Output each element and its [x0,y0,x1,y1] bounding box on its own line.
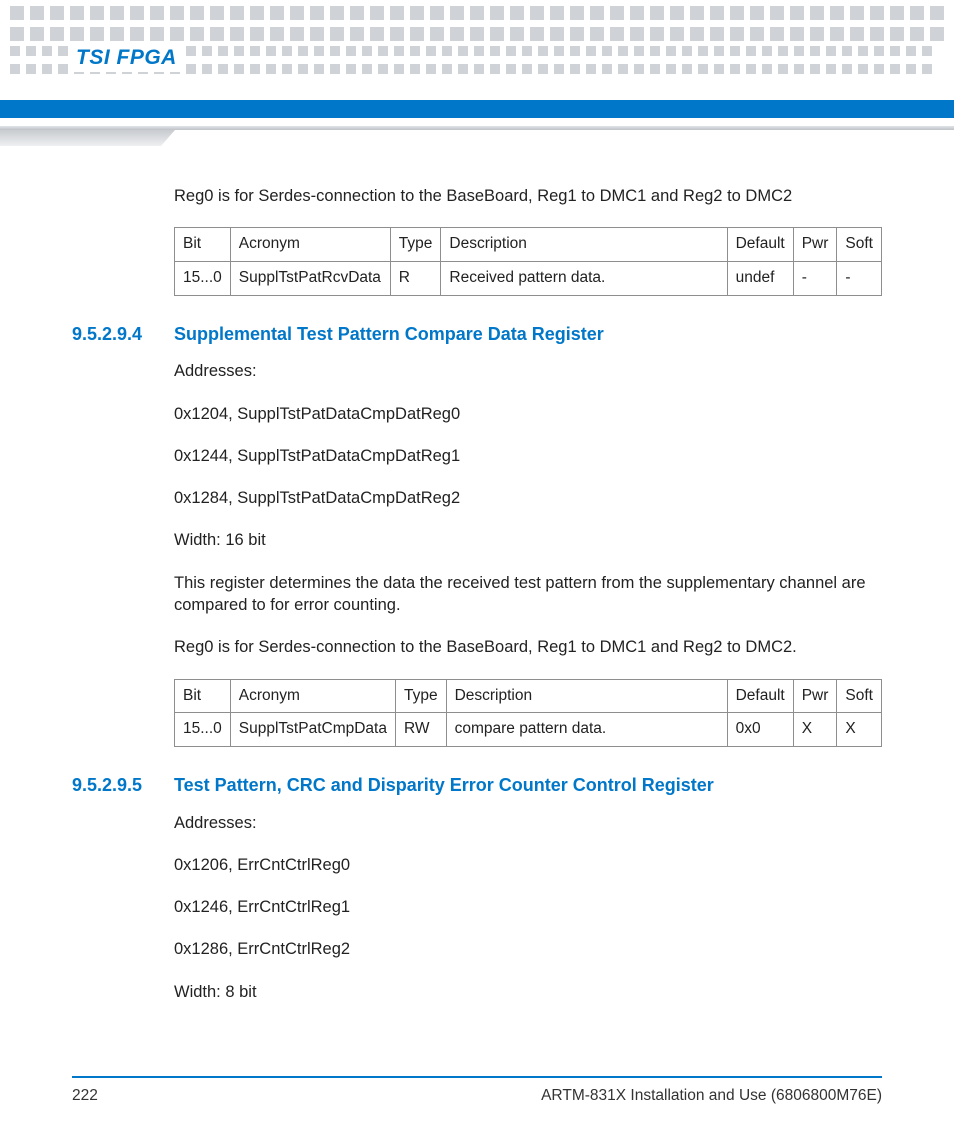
cell-soft: X [837,713,882,747]
col-bit: Bit [175,679,231,713]
col-pwr: Pwr [793,679,837,713]
table-row: 15...0 SupplTstPatRcvData R Received pat… [175,262,882,296]
register-table-1: Bit Acronym Type Description Default Pwr… [174,227,882,296]
content: Reg0 is for Serdes-connection to the Bas… [72,185,882,1065]
register-table-2: Bit Acronym Type Description Default Pwr… [174,679,882,748]
cell-acronym: SupplTstPatCmpData [230,713,395,747]
grey-line [0,126,954,130]
section-title: Supplemental Test Pattern Compare Data R… [174,322,604,346]
col-acronym: Acronym [230,679,395,713]
grey-wedge [0,130,175,146]
cell-acronym: SupplTstPatRcvData [230,262,390,296]
doc-id: ARTM-831X Installation and Use (6806800M… [541,1086,882,1107]
col-default: Default [727,228,793,262]
address-line: 0x1284, SupplTstPatDataCmpDatReg2 [174,487,882,509]
page-footer: 222 ARTM-831X Installation and Use (6806… [72,1076,882,1107]
cell-default: 0x0 [727,713,793,747]
col-type: Type [395,679,446,713]
cell-soft: - [837,262,882,296]
section-title: Test Pattern, CRC and Disparity Error Co… [174,773,714,797]
cell-type: RW [395,713,446,747]
col-type: Type [390,228,441,262]
address-line: 0x1204, SupplTstPatDataCmpDatReg0 [174,403,882,425]
cell-default: undef [727,262,793,296]
col-acronym: Acronym [230,228,390,262]
section-number: 9.5.2.9.4 [72,322,174,346]
header-decor [0,0,954,155]
addresses-label: Addresses: [174,812,882,834]
section-description: This register determines the data the re… [174,572,882,617]
col-description: Description [441,228,727,262]
width-line: Width: 16 bit [174,529,882,551]
cell-pwr: - [793,262,837,296]
address-line: 0x1206, ErrCntCtrlReg0 [174,854,882,876]
page-title: TSI FPGA [72,44,185,72]
reg-note: Reg0 is for Serdes-connection to the Bas… [174,636,882,658]
page: TSI FPGA Reg0 is for Serdes-connection t… [0,0,954,1145]
blue-band [0,100,954,118]
address-line: 0x1244, SupplTstPatDataCmpDatReg1 [174,445,882,467]
address-line: 0x1246, ErrCntCtrlReg1 [174,896,882,918]
col-bit: Bit [175,228,231,262]
col-soft: Soft [837,228,882,262]
table-head: Bit Acronym Type Description Default Pwr… [175,228,882,262]
page-number: 222 [72,1086,98,1107]
decor-row [0,4,954,42]
col-description: Description [446,679,727,713]
cell-type: R [390,262,441,296]
footer-rule [72,1076,882,1078]
col-soft: Soft [837,679,882,713]
cell-description: Received pattern data. [441,262,727,296]
cell-description: compare pattern data. [446,713,727,747]
col-pwr: Pwr [793,228,837,262]
cell-bit: 15...0 [175,262,231,296]
table-row: 15...0 SupplTstPatCmpData RW compare pat… [175,713,882,747]
section-heading: 9.5.2.9.4 Supplemental Test Pattern Comp… [72,322,882,346]
cell-bit: 15...0 [175,713,231,747]
address-line: 0x1286, ErrCntCtrlReg2 [174,938,882,960]
col-default: Default [727,679,793,713]
cell-pwr: X [793,713,837,747]
section-number: 9.5.2.9.5 [72,773,174,797]
section-heading: 9.5.2.9.5 Test Pattern, CRC and Disparit… [72,773,882,797]
table-head: Bit Acronym Type Description Default Pwr… [175,679,882,713]
intro-paragraph: Reg0 is for Serdes-connection to the Bas… [174,185,882,207]
addresses-label: Addresses: [174,360,882,382]
width-line: Width: 8 bit [174,981,882,1003]
